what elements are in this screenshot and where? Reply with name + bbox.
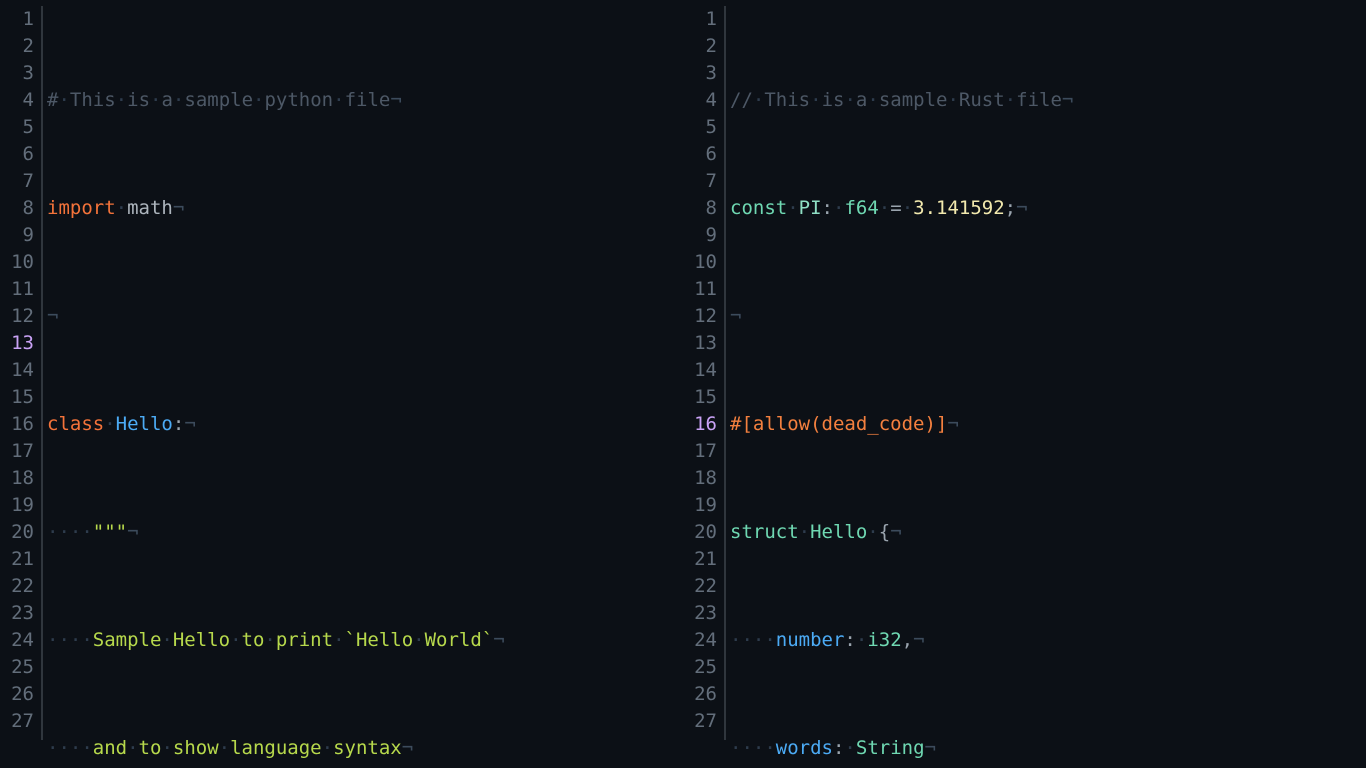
line-number[interactable]: 24	[683, 627, 717, 654]
line-number[interactable]: 25	[0, 654, 34, 681]
split-editor: 1 2 3 4 5 6 7 8 9 10 11 12 13 14 15 16 1…	[0, 0, 1366, 768]
line-number[interactable]: 15	[683, 384, 717, 411]
line-number[interactable]: 4	[0, 87, 34, 114]
line-number[interactable]: 6	[683, 141, 717, 168]
line-number[interactable]: 9	[683, 222, 717, 249]
code-line: class·Hello:¬	[47, 413, 196, 435]
line-number[interactable]: 26	[0, 681, 34, 708]
code-line: ····number:·i32,¬	[730, 629, 925, 651]
line-number[interactable]: 5	[683, 114, 717, 141]
code-line: //·This·is·a·sample·Rust·file¬	[730, 89, 1074, 111]
line-number[interactable]: 17	[0, 438, 34, 465]
line-number[interactable]: 23	[0, 600, 34, 627]
line-number[interactable]: 26	[683, 681, 717, 708]
rust-code-area[interactable]: //·This·is·a·sample·Rust·file¬ const·PI:…	[730, 6, 1366, 768]
line-number[interactable]: 21	[0, 546, 34, 573]
line-number[interactable]: 5	[0, 114, 34, 141]
line-number[interactable]: 1	[0, 6, 34, 33]
line-number[interactable]: 1	[683, 6, 717, 33]
line-number[interactable]: 12	[683, 303, 717, 330]
code-line: #[allow(dead_code)]¬	[730, 413, 959, 435]
python-gutter: 1 2 3 4 5 6 7 8 9 10 11 12 13 14 15 16 1…	[0, 0, 34, 768]
line-number[interactable]: 22	[683, 573, 717, 600]
line-number-active[interactable]: 13	[0, 330, 34, 357]
line-number[interactable]: 7	[0, 168, 34, 195]
gutter-separator	[41, 6, 43, 740]
line-number[interactable]: 17	[683, 438, 717, 465]
line-number[interactable]: 20	[683, 519, 717, 546]
line-number[interactable]: 23	[683, 600, 717, 627]
line-number[interactable]: 7	[683, 168, 717, 195]
line-number[interactable]: 2	[0, 33, 34, 60]
code-line: ····and·to·show·language·syntax¬	[47, 737, 414, 759]
line-number[interactable]: 19	[683, 492, 717, 519]
code-line: ¬	[47, 305, 59, 327]
line-number[interactable]: 25	[683, 654, 717, 681]
line-number[interactable]: 6	[0, 141, 34, 168]
line-number[interactable]: 18	[0, 465, 34, 492]
line-number[interactable]: 13	[683, 330, 717, 357]
line-number[interactable]: 3	[0, 60, 34, 87]
code-line: ····Sample·Hello·to·print·`Hello·World`¬	[47, 629, 505, 651]
line-number[interactable]: 2	[683, 33, 717, 60]
line-number[interactable]: 4	[683, 87, 717, 114]
line-number[interactable]: 3	[683, 60, 717, 87]
python-code-area[interactable]: #·This·is·a·sample·python·file¬ import·m…	[47, 6, 683, 768]
line-number[interactable]: 8	[0, 195, 34, 222]
line-number[interactable]: 10	[683, 249, 717, 276]
line-number[interactable]: 24	[0, 627, 34, 654]
line-number[interactable]: 11	[683, 276, 717, 303]
line-number[interactable]: 12	[0, 303, 34, 330]
code-line: ····"""¬	[47, 521, 139, 543]
code-line: struct·Hello·{¬	[730, 521, 902, 543]
line-number[interactable]: 14	[0, 357, 34, 384]
line-number[interactable]: 21	[683, 546, 717, 573]
python-pane[interactable]: 1 2 3 4 5 6 7 8 9 10 11 12 13 14 15 16 1…	[0, 0, 683, 768]
rust-pane[interactable]: 1 2 3 4 5 6 7 8 9 10 11 12 13 14 15 16 1…	[683, 0, 1366, 768]
line-number[interactable]: 9	[0, 222, 34, 249]
line-number[interactable]: 18	[683, 465, 717, 492]
code-line: ¬	[730, 305, 742, 327]
line-number[interactable]: 8	[683, 195, 717, 222]
line-number[interactable]: 27	[0, 708, 34, 735]
line-number[interactable]: 19	[0, 492, 34, 519]
line-number[interactable]: 20	[0, 519, 34, 546]
line-number[interactable]: 22	[0, 573, 34, 600]
line-number-active[interactable]: 16	[683, 411, 717, 438]
line-number[interactable]: 16	[0, 411, 34, 438]
line-number[interactable]: 11	[0, 276, 34, 303]
code-line: ····words:·String¬	[730, 737, 936, 759]
line-number[interactable]: 15	[0, 384, 34, 411]
line-number[interactable]: 14	[683, 357, 717, 384]
rust-gutter: 1 2 3 4 5 6 7 8 9 10 11 12 13 14 15 16 1…	[683, 0, 717, 768]
code-line: const·PI:·f64·=·3.141592;¬	[730, 197, 1028, 219]
code-line: #·This·is·a·sample·python·file¬	[47, 89, 402, 111]
code-line: import·math¬	[47, 197, 185, 219]
gutter-separator	[724, 6, 726, 740]
line-number[interactable]: 10	[0, 249, 34, 276]
line-number[interactable]: 27	[683, 708, 717, 735]
